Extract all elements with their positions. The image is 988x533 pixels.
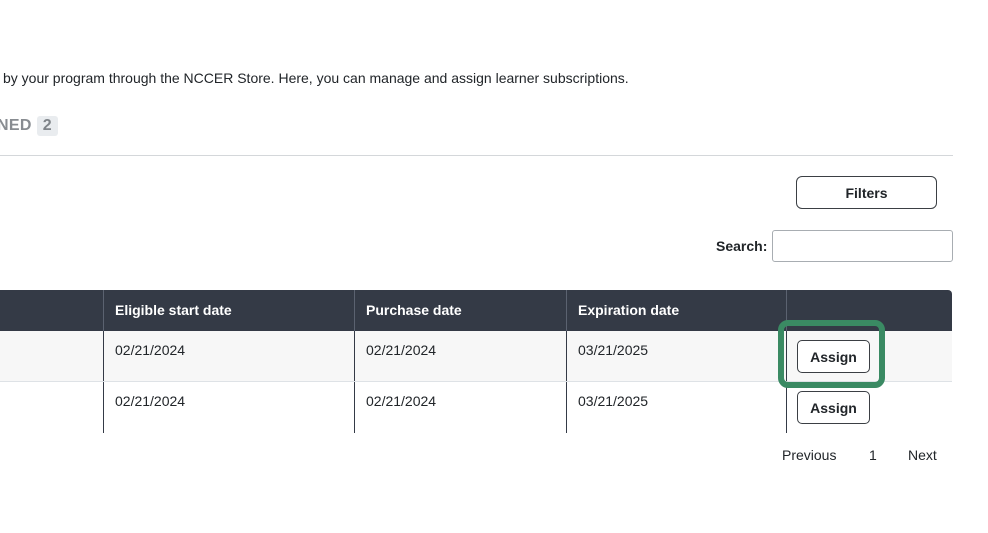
pagination-page-1[interactable]: 1 — [869, 447, 877, 463]
search-input[interactable] — [772, 230, 953, 262]
tab-assigned[interactable]: NED 2 — [0, 116, 58, 136]
column-header-name — [0, 290, 104, 331]
column-header-expiration-date: Expiration date — [567, 290, 787, 331]
subscriptions-table: Eligible start date Purchase date Expira… — [0, 290, 952, 433]
column-header-eligible-start: Eligible start date — [104, 290, 355, 331]
assign-button[interactable]: Assign — [797, 391, 870, 424]
pagination-next[interactable]: Next — [908, 447, 937, 463]
table-cell-eligible-start: 02/21/2024 — [104, 331, 355, 381]
column-header-actions — [787, 290, 952, 331]
table-cell-eligible-start: 02/21/2024 — [104, 382, 355, 433]
table-cell-expiration-date: 03/21/2025 — [567, 382, 787, 433]
page-description: l by your program through the NCCER Stor… — [0, 70, 629, 86]
table-cell-name — [0, 382, 104, 433]
assign-button[interactable]: Assign — [797, 340, 870, 373]
filters-button[interactable]: Filters — [796, 176, 937, 209]
table-cell-purchase-date: 02/21/2024 — [355, 382, 567, 433]
table-header: Eligible start date Purchase date Expira… — [0, 290, 952, 331]
table-cell-name — [0, 331, 104, 381]
table-row: 02/21/2024 02/21/2024 03/21/2025 Assign — [0, 331, 952, 382]
table-cell-actions: Assign — [787, 382, 952, 433]
tab-label: NED — [0, 117, 32, 134]
search-label: Search: — [716, 238, 768, 254]
table-cell-actions: Assign — [787, 331, 952, 381]
tab-divider — [0, 155, 953, 156]
table-row: 02/21/2024 02/21/2024 03/21/2025 Assign — [0, 382, 952, 433]
table-cell-expiration-date: 03/21/2025 — [567, 331, 787, 381]
pagination-previous[interactable]: Previous — [782, 447, 836, 463]
table-cell-purchase-date: 02/21/2024 — [355, 331, 567, 381]
column-header-purchase-date: Purchase date — [355, 290, 567, 331]
tab-count-badge: 2 — [36, 116, 58, 136]
